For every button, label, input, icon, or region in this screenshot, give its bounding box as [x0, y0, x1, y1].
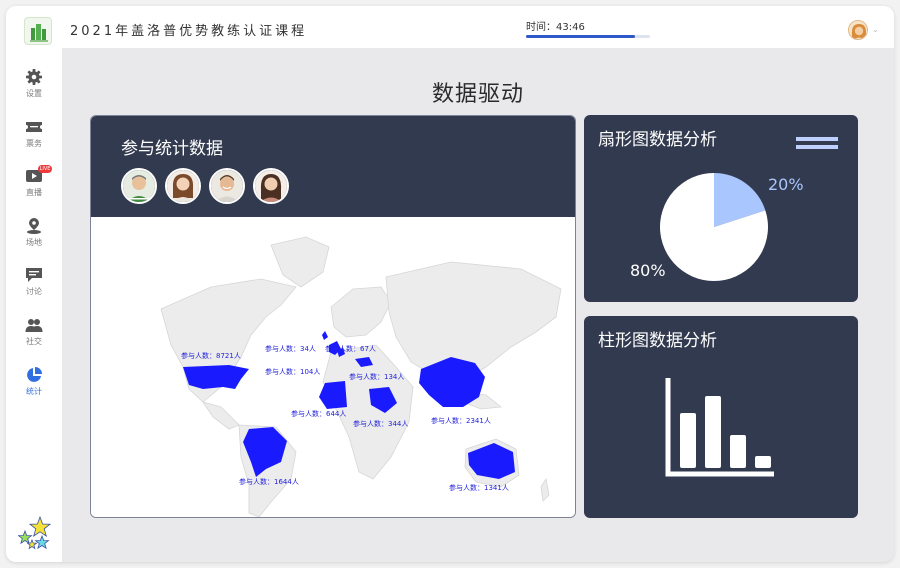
course-title: 2021年盖洛普优势教练认证课程: [70, 24, 308, 39]
stars-icon[interactable]: [18, 516, 52, 550]
sidebar-item-tickets[interactable]: 票务: [6, 118, 62, 162]
sidebar-item-settings[interactable]: 设置: [6, 68, 62, 112]
map-label: 参与人数：1644人: [239, 478, 299, 486]
sidebar-item-discussion[interactable]: 讨论: [6, 266, 62, 310]
pie-label-large: 80%: [630, 261, 666, 280]
bar-3: [755, 456, 771, 468]
participant-avatar[interactable]: [209, 168, 245, 204]
bar-chart-icon: [665, 378, 774, 477]
timer-text: 时间：43:46: [526, 22, 585, 33]
bar-0: [680, 413, 696, 468]
map-label: 参与人数：1341人: [449, 484, 509, 492]
participants-card: 参与统计数据 参与人数：8721人 参与人数：34人 参与人数：67人 参与人数…: [90, 115, 576, 518]
sidebar-label: 讨论: [26, 287, 42, 296]
sidebar-item-venue[interactable]: 场地: [6, 217, 62, 261]
pie-chart-icon: [27, 367, 42, 382]
sidebar-label: 直播: [26, 188, 42, 197]
map-label: 参与人数：8721人: [181, 352, 241, 360]
participant-avatar[interactable]: [165, 168, 201, 204]
chevron-down-icon[interactable]: ⌄: [872, 25, 879, 34]
map-label: 参与人数：134人: [349, 373, 405, 381]
map-label: 参与人数：2341人: [431, 417, 491, 425]
timer-progress-fill: [526, 35, 636, 38]
pie-chart: [660, 173, 768, 281]
people-icon: [25, 319, 43, 332]
participant-avatar[interactable]: [121, 168, 157, 204]
ticket-icon: [26, 122, 42, 132]
chat-icon: [26, 268, 42, 282]
bar-1: [705, 396, 721, 468]
sidebar-label: 场地: [26, 238, 42, 247]
world-map: 参与人数：8721人 参与人数：34人 参与人数：67人 参与人数：104人 参…: [91, 217, 575, 517]
map-label: 参与人数：67人: [325, 345, 376, 353]
sidebar-label: 票务: [26, 139, 42, 148]
pie-card: 扇形图数据分析 20% 80%: [584, 115, 858, 302]
location-icon: [27, 218, 41, 234]
timer-progress-bar: [526, 35, 650, 38]
app-window: 2021年盖洛普优势教练认证课程 时间：43:46 ⌄ 设置 票务 LIVE 直…: [6, 6, 894, 562]
map-label: 参与人数：644人: [291, 410, 347, 418]
map-label: 参与人数：104人: [265, 368, 321, 376]
top-bar: 2021年盖洛普优势教练认证课程 时间：43:46 ⌄: [6, 6, 894, 48]
sidebar-item-social[interactable]: 社交: [6, 316, 62, 360]
world-map-graphic: [160, 236, 562, 517]
logo-icon: [24, 17, 52, 45]
bar-2: [730, 435, 746, 468]
map-label: 参与人数：34人: [265, 345, 316, 353]
sidebar-label: 设置: [26, 89, 42, 98]
participants-card-header: 参与统计数据: [91, 116, 575, 217]
live-badge: LIVE: [38, 165, 52, 173]
page-title: 数据驱动: [431, 82, 524, 107]
sidebar: 设置 票务 LIVE 直播 场地 讨论 社交 统计: [6, 48, 62, 562]
map-label: 参与人数：344人: [353, 420, 409, 428]
bar-card: 柱形图数据分析: [584, 316, 858, 518]
sidebar-label: 社交: [26, 337, 42, 346]
sidebar-label: 统计: [26, 387, 42, 396]
user-avatar-icon[interactable]: [848, 20, 868, 40]
gear-icon: [26, 69, 42, 85]
pie-label-small: 20%: [768, 175, 804, 194]
sidebar-item-live[interactable]: LIVE 直播: [6, 165, 62, 211]
sidebar-item-statistics[interactable]: 统计: [6, 366, 62, 410]
participants-card-title: 参与统计数据: [121, 139, 223, 159]
participant-avatar[interactable]: [253, 168, 289, 204]
